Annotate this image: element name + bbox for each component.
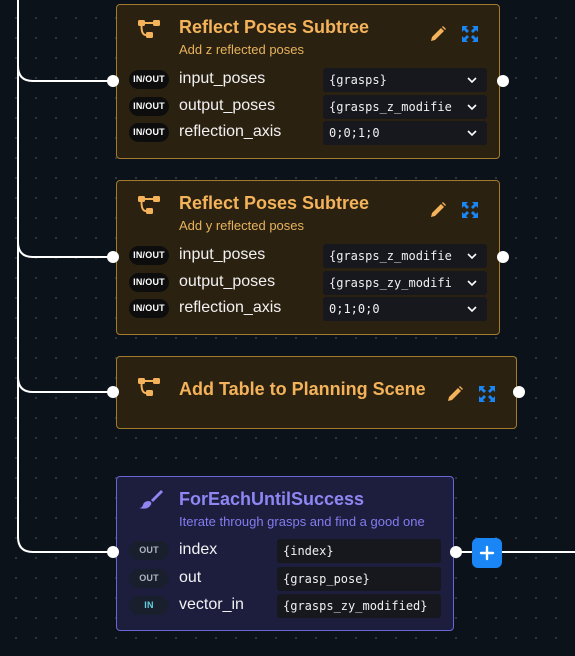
output-port-dot[interactable] xyxy=(513,386,525,398)
port-name: reflection_axis xyxy=(179,123,282,140)
port-name: reflection_axis xyxy=(179,299,282,316)
port-value-dropdown[interactable]: {grasps_z_modifie xyxy=(323,95,487,119)
port-direction-badge: IN/OUT xyxy=(129,273,169,292)
input-port-dot[interactable] xyxy=(107,75,119,87)
chevron-down-icon xyxy=(467,130,477,137)
port-value-dropdown[interactable]: 0;0;1;0 xyxy=(323,121,487,145)
edge-to-add-table xyxy=(17,242,112,393)
subtree-icon xyxy=(138,196,160,214)
input-port-dot[interactable] xyxy=(107,251,119,263)
port-name: index xyxy=(179,541,218,558)
output-port-dot[interactable] xyxy=(497,251,509,263)
expand-icon[interactable] xyxy=(461,25,479,43)
node-title: Add Table to Planning Scene xyxy=(179,379,426,399)
node-reflect-poses-y[interactable]: Reflect Poses Subtree Add y reflected po… xyxy=(116,180,500,335)
chevron-down-icon xyxy=(467,306,477,313)
port-direction-badge: IN/OUT xyxy=(129,123,169,142)
chevron-down-icon xyxy=(467,280,477,287)
port-value: {grasps} xyxy=(329,73,387,87)
port-value-field[interactable]: {grasp_pose} xyxy=(277,567,441,591)
port-row: IN vector_in {grasps_zy_modified} xyxy=(129,594,489,618)
node-title: Reflect Poses Subtree xyxy=(179,17,370,37)
chevron-down-icon xyxy=(467,253,477,260)
port-row: IN/OUT reflection_axis 0;1;0;0 xyxy=(129,297,489,321)
port-value-dropdown[interactable]: {grasps_z_modifie xyxy=(323,244,487,268)
input-port-dot[interactable] xyxy=(107,546,119,558)
port-row: IN/OUT input_poses {grasps_z_modifie xyxy=(129,244,489,268)
port-name: output_poses xyxy=(179,273,276,290)
port-value-field[interactable]: {index} xyxy=(277,539,441,563)
input-port-dot[interactable] xyxy=(107,386,119,398)
port-direction-badge: IN/OUT xyxy=(129,97,169,116)
output-port-dot[interactable] xyxy=(450,546,462,558)
port-value-dropdown[interactable]: {grasps} xyxy=(323,68,487,92)
port-value: {grasps_z_modifie xyxy=(329,249,452,263)
port-value-field[interactable]: {grasps_zy_modified} xyxy=(277,594,441,618)
port-name: output_poses xyxy=(179,97,276,114)
port-row: IN/OUT input_poses {grasps} xyxy=(129,68,489,92)
port-value: {index} xyxy=(283,544,334,558)
port-direction-badge: IN/OUT xyxy=(129,299,169,318)
edge-to-reflect-z xyxy=(17,0,112,82)
port-name: input_poses xyxy=(179,246,266,263)
port-direction-badge: OUT xyxy=(129,541,169,560)
subtree-icon xyxy=(138,378,160,396)
output-port-dot[interactable] xyxy=(497,75,509,87)
pencil-icon[interactable] xyxy=(429,201,447,219)
chevron-down-icon xyxy=(467,104,477,111)
port-value-dropdown[interactable]: 0;1;0;0 xyxy=(323,297,487,321)
node-add-table[interactable]: Add Table to Planning Scene xyxy=(116,356,517,429)
port-value: 0;0;1;0 xyxy=(329,126,380,140)
port-direction-badge: IN/OUT xyxy=(129,70,169,89)
port-direction-badge: IN/OUT xyxy=(129,246,169,265)
node-foreach-until-success[interactable]: ForEachUntilSuccess Iterate through gras… xyxy=(116,476,454,631)
node-title: ForEachUntilSuccess xyxy=(179,489,365,509)
add-child-button[interactable] xyxy=(472,538,502,568)
port-row: OUT out {grasp_pose} xyxy=(129,567,489,591)
port-row: IN/OUT output_poses {grasps_z_modifie xyxy=(129,95,489,119)
pencil-icon[interactable] xyxy=(446,385,464,403)
expand-icon[interactable] xyxy=(478,385,496,403)
node-reflect-poses-z[interactable]: Reflect Poses Subtree Add z reflected po… xyxy=(116,4,500,159)
port-value: {grasps_zy_modified} xyxy=(283,599,428,613)
port-name: vector_in xyxy=(179,596,244,613)
brush-icon xyxy=(139,490,163,509)
port-row: IN/OUT output_poses {grasps_zy_modifi xyxy=(129,271,489,295)
port-value: 0;1;0;0 xyxy=(329,302,380,316)
pencil-icon[interactable] xyxy=(429,25,447,43)
port-value: {grasps_z_modifie xyxy=(329,100,452,114)
chevron-down-icon xyxy=(467,77,477,84)
port-row: IN/OUT reflection_axis 0;0;1;0 xyxy=(129,121,489,145)
node-subtitle: Add y reflected poses xyxy=(179,218,305,233)
port-direction-badge: IN xyxy=(129,596,169,615)
node-title: Reflect Poses Subtree xyxy=(179,193,370,213)
edge-to-foreach xyxy=(17,377,112,553)
expand-icon[interactable] xyxy=(461,201,479,219)
subtree-icon xyxy=(138,20,160,38)
port-value: {grasps_zy_modifi xyxy=(329,276,452,290)
port-direction-badge: OUT xyxy=(129,569,169,588)
port-value: {grasp_pose} xyxy=(283,572,370,586)
node-subtitle: Iterate through grasps and find a good o… xyxy=(179,514,425,529)
port-name: out xyxy=(179,569,202,586)
plus-icon xyxy=(479,545,495,561)
edge-to-reflect-y xyxy=(17,66,112,258)
port-name: input_poses xyxy=(179,70,266,87)
port-value-dropdown[interactable]: {grasps_zy_modifi xyxy=(323,271,487,295)
node-subtitle: Add z reflected poses xyxy=(179,42,305,57)
port-row: OUT index {index} xyxy=(129,539,489,563)
